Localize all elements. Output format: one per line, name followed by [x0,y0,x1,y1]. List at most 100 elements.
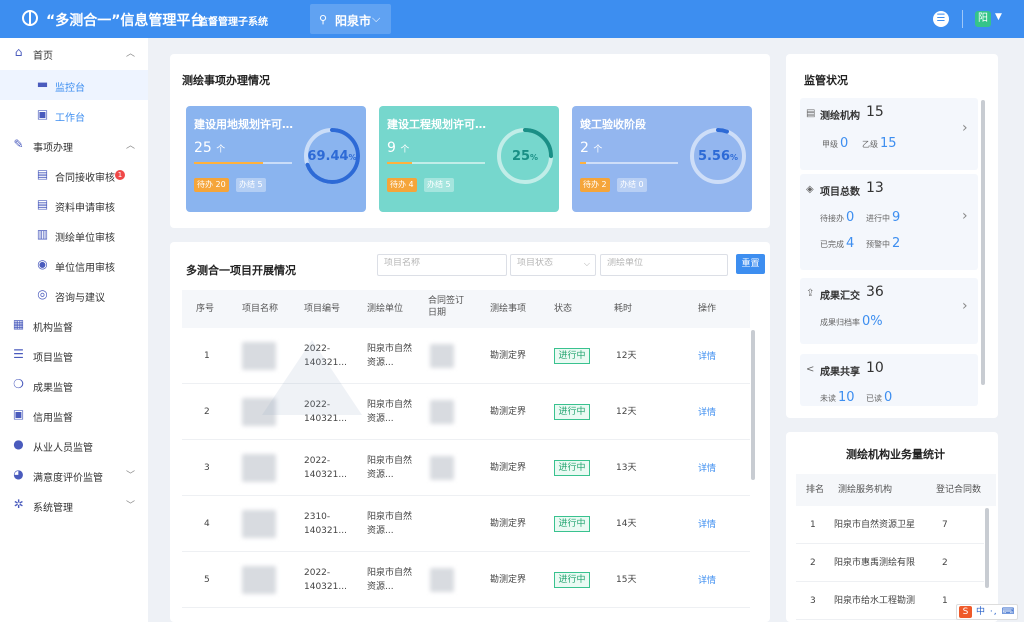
column-header: 项目编号 [304,304,341,314]
status-badge: 进行中 [554,460,590,476]
stat-card-completion[interactable]: 竣工验收阶段 2 个 待办 2 办结 0 5.56% [572,106,752,212]
sidebar-item-affairs[interactable]: ✎ 事项办理 ︿ [0,130,148,160]
watermark-shape [262,340,362,415]
detail-link[interactable]: 详情 [698,573,716,586]
monitor-stat: 已读 0 [866,390,893,405]
stat-card-land-permit[interactable]: 建设用地规划许可… 25 个 待办 20 办结 5 69.44% [186,106,366,212]
sidebar-item-workbench[interactable]: ▣ 工作台 [0,100,148,130]
stat-progress-bar [194,162,292,164]
monitor-stat: 已完成 4 [820,236,855,251]
rank-no: 3 [810,596,816,606]
stat-progress-fill [387,162,412,164]
stat-card-engineering-permit[interactable]: 建设工程规划许可… 9 个 待办 4 办结 5 25% [379,106,559,212]
stat-title: 竣工验收阶段 [580,118,646,131]
sidebar-item-material-review[interactable]: ▤ 资料申请审核 [0,190,148,220]
edit-icon: ✎ [13,137,24,151]
monitor-scrollbar[interactable] [981,100,985,385]
message-icon[interactable]: ☰ [933,11,949,27]
sidebar-item-satisfaction[interactable]: ◕ 满意度评价监管 ﹀ [0,460,148,490]
pending-tag: 待办 2 [580,178,610,192]
sidebar-item-label: 监控台 [55,83,85,94]
detail-link[interactable]: 详情 [698,461,716,474]
stat-count: 9 个 [387,140,410,156]
monitor-item-sharing[interactable]: < 成果共享 10 未读 10 已读 0 [800,354,978,406]
chevron-down-icon: ⌵ [372,12,381,25]
sidebar-item-label: 信用监督 [33,413,73,424]
row-item: 勘测定界 [490,351,527,361]
ime-toolbar[interactable]: S 中 ·, ⌨ [956,604,1018,620]
sidebar-item-contract-review[interactable]: ▤ 合同接收审核 1 [0,160,148,190]
row-unit: 阳泉市自然资源... [367,344,413,368]
monitor-item-projects[interactable]: ◈ 项目总数 13 待接办 0 进行中 9 已完成 4 预警中 2 › [800,174,978,270]
document-icon: ▤ [36,197,49,211]
project-status-input[interactable] [517,258,593,268]
monitor-stat: 进行中 9 [866,210,901,225]
sidebar-item-label: 首页 [33,51,53,62]
sidebar-item-result-supervise[interactable]: ❍ 成果监管 [0,370,148,400]
notification-badge: 1 [115,170,125,180]
monitor-item-results[interactable]: ⇪ 成果汇交 36 成果归档率 0% › [800,278,978,344]
detail-link[interactable]: 详情 [698,349,716,362]
survey-unit-input[interactable] [607,258,721,268]
top-bar: “多测合一”信息管理平台 监督管理子系统 ⚲ 阳泉市 ⌵ ☰ 阳 ▼ [0,0,1024,38]
sidebar-item-system[interactable]: ✲ 系统管理 ﹀ [0,490,148,520]
sidebar-item-unit-review[interactable]: ▥ 测绘单位审核 [0,220,148,250]
credit-icon: ▣ [12,407,25,421]
city-selector[interactable]: ⚲ 阳泉市 ⌵ [310,4,391,34]
stat-progress-fill [580,162,586,164]
panel-title: 监管状况 [804,74,848,87]
row-unit: 阳泉市自然资源... [367,400,413,424]
project-name-input[interactable] [384,258,500,268]
redacted-date [430,568,454,592]
location-pin-icon: ⚲ [319,13,328,26]
sidebar-item-dashboard[interactable]: ▬ 监控台 [0,70,148,100]
ranking-scrollbar[interactable] [985,508,989,588]
rank-org: 阳泉市给水工程勘测 [834,596,916,606]
medal-icon: ❍ [13,377,24,391]
column-header: 操作 [698,304,717,314]
row-code: 2310-140321... [304,512,347,536]
user-avatar[interactable]: 阳 [975,11,991,27]
sidebar-item-credit-supervise[interactable]: ▣ 信用监督 [0,400,148,430]
table-scrollbar[interactable] [751,330,755,480]
header-divider [962,10,963,28]
sidebar-item-consult[interactable]: ◎ 咨询与建议 [0,280,148,310]
sidebar-item-staff-supervise[interactable]: ● 从业人员监管 [0,430,148,460]
upload-icon: ⇪ [806,288,815,299]
column-header: 合同签订日期 [428,296,465,318]
chevron-up-icon: ︿ [126,141,136,151]
reset-button[interactable]: 重置 [736,254,765,274]
redacted-name [242,510,276,538]
contract-icon: ▤ [36,167,49,181]
project-status-select[interactable]: ⌵ [510,254,596,276]
table-row: 3 2022-140321... 阳泉市自然资源... 勘测定界 进行中 13天… [182,440,750,496]
survey-unit-search[interactable] [600,254,728,276]
sidebar-item-label: 项目监管 [33,353,73,364]
sidebar-item-label: 测绘单位审核 [55,233,115,244]
stat-percent: 25% [511,149,539,164]
ime-logo: S [959,606,972,618]
detail-link[interactable]: 详情 [698,517,716,530]
user-icon: ● [13,437,24,451]
sidebar-item-label: 系统管理 [33,503,73,514]
chevron-right-icon: › [962,120,968,136]
user-menu-caret-icon[interactable]: ▼ [995,12,1002,22]
monitor-label: 项目总数 [820,187,860,198]
redacted-name [242,454,276,482]
row-time: 12天 [616,407,637,417]
sidebar-item-credit-review[interactable]: ◉ 单位信用审核 [0,250,148,280]
sidebar-item-project-supervise[interactable]: ☰ 项目监管 [0,340,148,370]
stat-progress-bar [580,162,678,164]
monitor-item-org[interactable]: ▤ 测绘机构 15 甲级 0 乙级 15 › [800,98,978,170]
chevron-down-icon: ﹀ [126,471,136,481]
panel-title: 多测合一项目开展情况 [186,264,296,277]
sidebar-item-label: 工作台 [55,113,85,124]
sidebar-item-label: 咨询与建议 [55,293,105,304]
chevron-right-icon: › [962,298,968,314]
detail-link[interactable]: 详情 [698,405,716,418]
row-no: 1 [204,351,210,361]
sidebar-item-org-supervise[interactable]: ▦ 机构监督 [0,310,148,340]
sidebar-item-home[interactable]: ⌂ 首页 ︿ [0,38,148,68]
project-icon: ☰ [13,347,24,361]
project-name-search[interactable] [377,254,507,276]
